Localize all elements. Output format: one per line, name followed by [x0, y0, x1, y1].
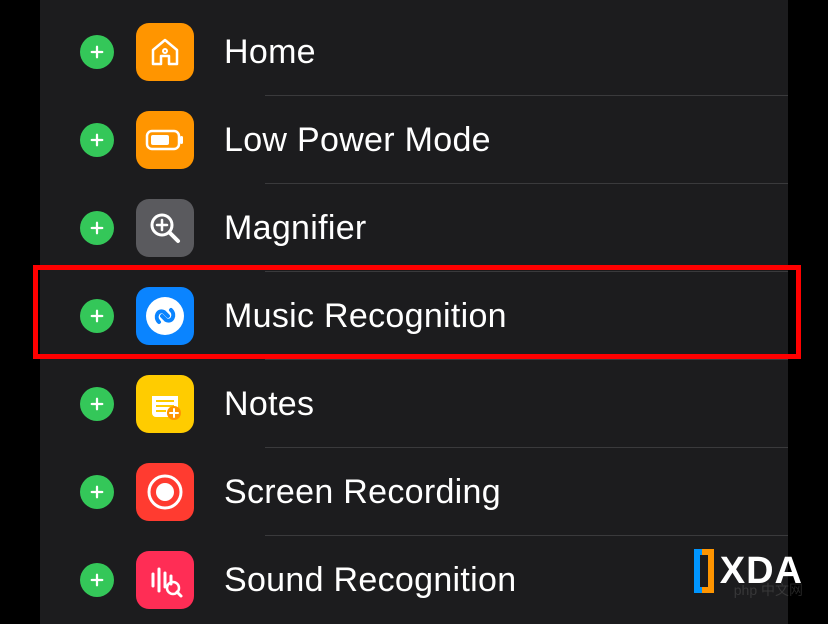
plus-icon — [88, 131, 106, 149]
xda-watermark: XDA — [694, 549, 803, 593]
settings-list-container: Home Low Power Mode Magnifier — [40, 0, 788, 624]
watermark-text: XDA — [720, 550, 803, 593]
list-item-notes[interactable]: Notes — [40, 360, 788, 448]
add-button-screen-recording[interactable] — [80, 475, 114, 509]
list-item-magnifier[interactable]: Magnifier — [40, 184, 788, 272]
record-icon — [136, 463, 194, 521]
add-button-home[interactable] — [80, 35, 114, 69]
list-item-sound-recognition[interactable]: Sound Recognition — [40, 536, 788, 624]
home-icon — [136, 23, 194, 81]
add-button-notes[interactable] — [80, 387, 114, 421]
plus-icon — [88, 43, 106, 61]
plus-icon — [88, 571, 106, 589]
bracket-right-icon — [702, 549, 714, 593]
magnifier-icon — [136, 199, 194, 257]
battery-icon — [136, 111, 194, 169]
list-item-screen-recording[interactable]: Screen Recording — [40, 448, 788, 536]
label-sound-recognition: Sound Recognition — [224, 561, 516, 600]
shazam-icon — [136, 287, 194, 345]
list-item-low-power[interactable]: Low Power Mode — [40, 96, 788, 184]
plus-icon — [88, 395, 106, 413]
label-music-recognition: Music Recognition — [224, 297, 507, 336]
notes-icon — [136, 375, 194, 433]
plus-icon — [88, 307, 106, 325]
add-button-music-recognition[interactable] — [80, 299, 114, 333]
list-item-home[interactable]: Home — [40, 8, 788, 96]
add-button-magnifier[interactable] — [80, 211, 114, 245]
label-low-power: Low Power Mode — [224, 121, 491, 160]
label-home: Home — [224, 33, 316, 72]
label-screen-recording: Screen Recording — [224, 473, 501, 512]
list-item-music-recognition[interactable]: Music Recognition — [40, 272, 788, 360]
sound-icon — [136, 551, 194, 609]
plus-icon — [88, 219, 106, 237]
label-magnifier: Magnifier — [224, 209, 367, 248]
add-button-sound-recognition[interactable] — [80, 563, 114, 597]
label-notes: Notes — [224, 385, 314, 424]
add-button-low-power[interactable] — [80, 123, 114, 157]
plus-icon — [88, 483, 106, 501]
control-center-more-controls-list: Home Low Power Mode Magnifier — [40, 8, 788, 624]
